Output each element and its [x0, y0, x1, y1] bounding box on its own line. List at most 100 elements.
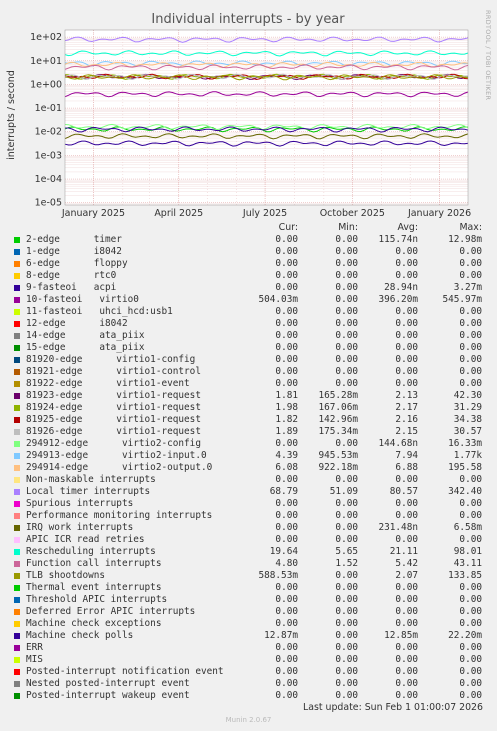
legend-swatch [14, 453, 20, 459]
legend-label: 1-edge i8042 [26, 246, 122, 257]
value-max: 0.00 [459, 498, 482, 509]
value-max: 0.00 [459, 534, 482, 545]
legend-label: 2-edge timer [26, 234, 122, 245]
value-max: 0.00 [459, 474, 482, 485]
value-min: 0.00 [335, 474, 358, 485]
legend-swatch [14, 669, 20, 675]
legend-swatch [14, 489, 20, 495]
value-min: 0.00 [335, 294, 358, 305]
value-max: 42.30 [453, 390, 482, 401]
value-avg: 7.94 [395, 450, 418, 461]
legend-rows: 2-edge timer 0.00 0.00 115.74n 12.98m 1-edge … [14, 234, 494, 702]
legend-row: 81920-edge virtio1-config 0.00 0.00 0.00 0.0… [14, 354, 494, 366]
legend-row: ERR 0.00 0.00 0.00 0.00 [14, 642, 494, 654]
value-avg: 0.00 [395, 534, 418, 545]
value-max: 0.00 [459, 366, 482, 377]
legend-label: 81922-edge virtio1-event [26, 378, 190, 389]
legend-swatch [14, 321, 20, 327]
value-avg: 2.16 [395, 414, 418, 425]
value-cur: 0.00 [275, 378, 298, 389]
legend-row: 8-edge rtc0 0.00 0.00 0.00 0.00 [14, 270, 494, 282]
value-cur: 0.00 [275, 234, 298, 245]
value-max: 195.58 [448, 462, 482, 473]
value-max: 0.00 [459, 342, 482, 353]
value-cur: 0.00 [275, 534, 298, 545]
value-min: 142.96m [318, 414, 358, 425]
legend-swatch [14, 525, 20, 531]
legend-label: 12-edge i8042 [26, 318, 128, 329]
legend-row: 1-edge i8042 0.00 0.00 0.00 0.00 [14, 246, 494, 258]
value-min: 0.00 [335, 510, 358, 521]
legend-row: Performance monitoring interrupts 0.00 0.0… [14, 510, 494, 522]
value-max: 0.00 [459, 666, 482, 677]
legend-row: 11-fasteoi uhci_hcd:usb1 0.00 0.00 0.00 0.00 [14, 306, 494, 318]
value-max: 0.00 [459, 642, 482, 653]
value-cur: 4.39 [275, 450, 298, 461]
value-avg: 0.00 [395, 618, 418, 629]
legend-label: APIC ICR read retries [26, 534, 145, 545]
legend-row: Deferred Error APIC interrupts 0.00 0.00 0.… [14, 606, 494, 618]
value-avg: 21.11 [389, 546, 418, 557]
legend: Cur: Min: Avg: Max: 2-edge timer 0.00 0.00… [14, 222, 494, 702]
value-max: 0.00 [459, 354, 482, 365]
legend-swatch [14, 333, 20, 339]
legend-label: Rescheduling interrupts [26, 546, 156, 557]
legend-swatch [14, 597, 20, 603]
legend-label: 6-edge floppy [26, 258, 128, 269]
legend-swatch [14, 357, 20, 363]
value-cur: 19.64 [269, 546, 298, 557]
legend-row: 81921-edge virtio1-control 0.00 0.00 0.00 0.… [14, 366, 494, 378]
value-cur: 0.00 [275, 246, 298, 257]
legend-label: Posted-interrupt notification event [26, 666, 224, 677]
legend-label: Deferred Error APIC interrupts [26, 606, 196, 617]
legend-swatch [14, 381, 20, 387]
legend-label: 81925-edge virtio1-request [26, 414, 201, 425]
value-min: 0.00 [335, 630, 358, 641]
legend-swatch [14, 369, 20, 375]
legend-row: TLB shootdowns 588.53m 0.00 2.07 133.85 [14, 570, 494, 582]
legend-label: Performance monitoring interrupts [26, 510, 213, 521]
value-avg: 0.00 [395, 606, 418, 617]
legend-row: 14-edge ata_piix 0.00 0.00 0.00 0.00 [14, 330, 494, 342]
value-min: 167.06m [318, 402, 358, 413]
value-avg: 5.42 [395, 558, 418, 569]
y-tick-label: 1e-01 [35, 103, 62, 114]
value-cur: 0.00 [275, 474, 298, 485]
legend-label: TLB shootdowns [26, 570, 106, 581]
legend-row: APIC ICR read retries 0.00 0.00 0.00 0.00 [14, 534, 494, 546]
value-max: 98.01 [453, 546, 482, 557]
value-cur: 0.00 [275, 654, 298, 665]
x-tick-label: July 2025 [242, 208, 287, 219]
value-min: 0.00 [335, 246, 358, 257]
value-min: 0.00 [335, 570, 358, 581]
value-max: 43.11 [453, 558, 482, 569]
legend-swatch [14, 657, 20, 663]
legend-swatch [14, 621, 20, 627]
y-tick-label: 1e-04 [35, 174, 62, 185]
column-header-avg: Avg: [397, 222, 418, 233]
legend-row: MIS 0.00 0.00 0.00 0.00 [14, 654, 494, 666]
value-min: 0.00 [335, 594, 358, 605]
legend-swatch [14, 585, 20, 591]
value-max: 30.57 [453, 426, 482, 437]
legend-swatch [14, 465, 20, 471]
value-max: 0.00 [459, 606, 482, 617]
value-min: 0.00 [335, 618, 358, 629]
value-min: 0.00 [335, 306, 358, 317]
y-axis-label: interrupts / second [6, 70, 17, 160]
value-max: 0.00 [459, 654, 482, 665]
value-max: 0.00 [459, 246, 482, 257]
value-avg: 144.68n [378, 438, 418, 449]
value-min: 0.00 [335, 366, 358, 377]
y-tick-label: 1e+02 [30, 32, 62, 43]
value-min: 165.28m [318, 390, 358, 401]
value-max: 34.38 [453, 414, 482, 425]
y-tick-label: 1e-02 [35, 127, 62, 138]
value-cur: 68.79 [269, 486, 298, 497]
value-cur: 1.89 [275, 426, 298, 437]
value-max: 0.00 [459, 378, 482, 389]
legend-row: 81925-edge virtio1-request 1.82 142.96m 2.1… [14, 414, 494, 426]
value-avg: 0.00 [395, 258, 418, 269]
legend-label: 9-fasteoi acpi [26, 282, 117, 293]
legend-row: Non-maskable interrupts 0.00 0.00 0.00 0.00 [14, 474, 494, 486]
